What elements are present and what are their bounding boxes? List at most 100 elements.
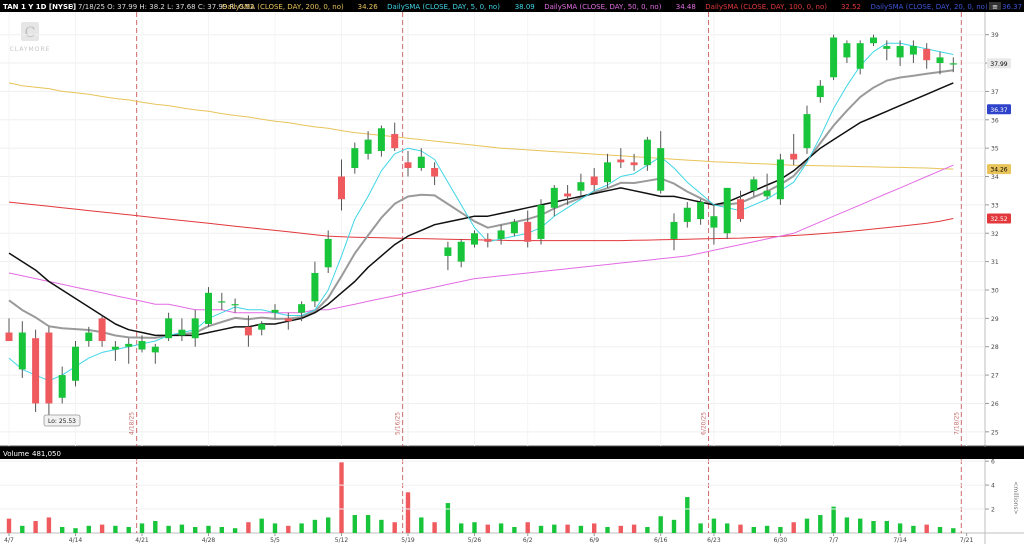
candle-body[interactable] <box>936 57 944 64</box>
study-legend-value: 32.52 <box>841 3 861 11</box>
candle-body[interactable] <box>457 241 465 262</box>
volume-bar <box>538 525 544 533</box>
candle-body[interactable] <box>763 190 771 197</box>
candle-body[interactable] <box>364 139 372 154</box>
candle[interactable] <box>830 34 838 81</box>
candle-body[interactable] <box>697 202 705 220</box>
candle-body[interactable] <box>657 148 665 191</box>
last-value-text: 37.99 <box>990 61 1007 68</box>
candle-body[interactable] <box>444 247 452 256</box>
candle-body[interactable] <box>72 346 79 381</box>
volume-bar <box>299 523 304 533</box>
volume-bar <box>33 521 38 533</box>
candle-body[interactable] <box>737 199 744 220</box>
candle-body[interactable] <box>617 159 625 163</box>
volume-bar <box>565 524 570 533</box>
candle-body[interactable] <box>324 238 332 268</box>
candle-body[interactable] <box>896 46 904 58</box>
volume-tick-label: 6 <box>991 459 995 466</box>
candle-body[interactable] <box>5 332 13 342</box>
candle-body[interactable] <box>298 304 306 313</box>
candle-body[interactable] <box>816 85 824 98</box>
candle-body[interactable] <box>417 156 425 169</box>
candle-body[interactable] <box>830 37 838 78</box>
candle-body[interactable] <box>165 318 173 339</box>
candle-body[interactable] <box>776 159 784 200</box>
candle-body[interactable] <box>710 216 718 228</box>
price-tick-label: 25 <box>991 429 999 436</box>
candle-body[interactable] <box>750 179 758 191</box>
candle-body[interactable] <box>843 43 851 58</box>
candle-body[interactable] <box>58 375 66 398</box>
candle-body[interactable] <box>537 204 545 239</box>
candle-body[interactable] <box>404 162 412 169</box>
candle-body[interactable] <box>391 133 399 149</box>
volume-bar <box>272 523 278 533</box>
candle-body[interactable] <box>45 332 53 404</box>
candle-body[interactable] <box>577 182 585 191</box>
candle-body[interactable] <box>723 187 731 234</box>
candle-body[interactable] <box>497 230 505 239</box>
candle[interactable] <box>723 187 731 239</box>
candle-body[interactable] <box>98 318 106 342</box>
candle-body[interactable] <box>244 326 252 336</box>
candle-body[interactable] <box>258 324 266 330</box>
candle[interactable] <box>72 341 79 387</box>
volume-bar <box>392 522 397 533</box>
candle-body[interactable] <box>178 329 186 336</box>
candle-body[interactable] <box>683 207 691 222</box>
candle-body[interactable] <box>803 114 811 149</box>
candle-body[interactable] <box>883 46 891 49</box>
candle-body[interactable] <box>524 221 532 242</box>
candle-body[interactable] <box>231 304 239 306</box>
header-settings[interactable]: ≡ <box>989 2 1001 11</box>
candle[interactable] <box>32 329 40 412</box>
candle-body[interactable] <box>510 221 518 234</box>
candle-body[interactable] <box>138 341 146 350</box>
low-annotation: Lo: 25.53 <box>43 414 81 427</box>
candle-body[interactable] <box>151 346 159 353</box>
settings-icon[interactable]: ≡ <box>992 3 998 11</box>
candle-body[interactable] <box>909 46 917 55</box>
candle-body[interactable] <box>564 193 572 197</box>
candle-body[interactable] <box>271 309 279 313</box>
candle-body[interactable] <box>630 162 638 166</box>
candle-body[interactable] <box>218 301 226 303</box>
candle-body[interactable] <box>471 233 478 245</box>
candle-body[interactable] <box>484 238 492 242</box>
candle[interactable] <box>537 199 545 245</box>
candle-body[interactable] <box>311 272 319 302</box>
price-tick-label: 36 <box>991 117 999 124</box>
candle-body[interactable] <box>550 187 558 208</box>
volume-bar <box>365 515 371 533</box>
candle[interactable] <box>776 153 784 205</box>
candle-body[interactable] <box>18 332 26 370</box>
candle-body[interactable] <box>923 48 931 61</box>
candle-body[interactable] <box>377 128 385 151</box>
candle-body[interactable] <box>284 318 292 322</box>
time-tick-label: 4/21 <box>135 537 149 544</box>
candle-body[interactable] <box>125 343 133 347</box>
volume-bar <box>485 524 490 533</box>
candle-body[interactable] <box>32 338 40 404</box>
candle-body[interactable] <box>856 43 864 69</box>
candle-body[interactable] <box>790 153 798 160</box>
candle-body[interactable] <box>338 176 345 200</box>
candle-body[interactable] <box>205 292 212 325</box>
volume-bar <box>658 516 663 533</box>
candle-body[interactable] <box>191 318 199 339</box>
candle-body[interactable] <box>431 168 439 177</box>
volume-bar <box>326 517 331 533</box>
candle-body[interactable] <box>111 346 119 350</box>
candle-body[interactable] <box>643 139 651 166</box>
candle-body[interactable] <box>949 63 957 65</box>
candle-body[interactable] <box>670 221 678 239</box>
volume-bar <box>525 522 530 533</box>
candle-body[interactable] <box>351 148 359 169</box>
candle-body[interactable] <box>604 162 611 183</box>
candle-body[interactable] <box>870 37 877 44</box>
candle[interactable] <box>205 287 212 327</box>
candle-body[interactable] <box>590 176 598 186</box>
candle-body[interactable] <box>85 332 93 342</box>
price-chart[interactable]: TAN 1 Y 1D [NYSE] D: 7/18/25 O: 37.99 H:… <box>0 0 1024 544</box>
